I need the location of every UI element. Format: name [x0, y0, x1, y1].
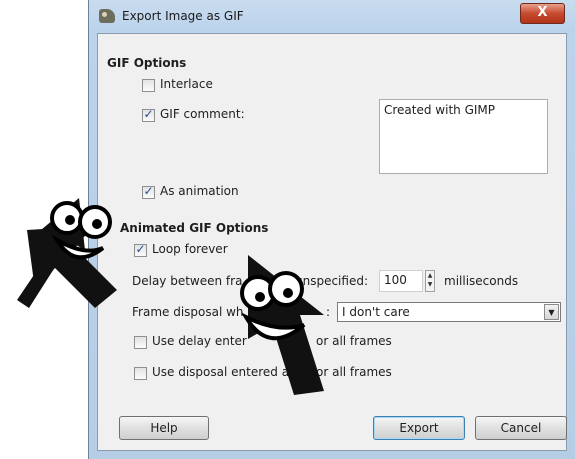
delay-label-left: Delay between fra — [132, 274, 243, 288]
delay-label: Delay between fra — [132, 274, 242, 288]
as-animation-checkbox[interactable] — [142, 184, 155, 199]
close-button[interactable]: X — [520, 3, 565, 24]
use-delay-checkbox[interactable] — [134, 336, 147, 349]
gimp-icon — [99, 9, 115, 23]
animated-gif-options-heading: Animated GIF Options — [120, 221, 269, 235]
gif-comment-label[interactable]: GIF comment: — [160, 107, 245, 121]
frame-disposal-value: I don't care — [342, 305, 410, 319]
gif-comment-field[interactable]: Created with GIMP — [379, 99, 548, 174]
disposal-label: Frame disposal wh — [132, 305, 244, 319]
export-button[interactable]: Export — [373, 416, 465, 440]
window-title: Export Image as GIF — [122, 9, 244, 23]
delay-input[interactable]: 100 — [379, 270, 423, 292]
as-animation-label[interactable]: As animation — [160, 184, 239, 198]
frame-disposal-select[interactable]: I don't care ▼ — [337, 302, 561, 322]
help-button[interactable]: Help — [119, 416, 209, 440]
delay-spinner[interactable]: ▲ ▼ — [425, 270, 435, 292]
googly-eyed-arrow-icon — [17, 198, 117, 308]
loop-forever-label[interactable]: Loop forever — [152, 242, 228, 256]
interlace-label[interactable]: Interlace — [160, 77, 213, 91]
delay-unit: milliseconds — [444, 274, 519, 288]
use-disposal-checkbox[interactable] — [134, 367, 147, 380]
title-bar[interactable]: Export Image as GIF X — [89, 0, 575, 34]
interlace-checkbox[interactable] — [142, 79, 155, 92]
gif-comment-checkbox[interactable] — [142, 107, 155, 122]
loop-forever-checkbox[interactable] — [134, 242, 147, 257]
googly-eyed-arrow-icon — [240, 255, 324, 395]
cancel-button[interactable]: Cancel — [475, 416, 567, 440]
gif-options-heading: GIF Options — [107, 56, 187, 70]
chevron-down-icon[interactable]: ▼ — [544, 304, 559, 320]
